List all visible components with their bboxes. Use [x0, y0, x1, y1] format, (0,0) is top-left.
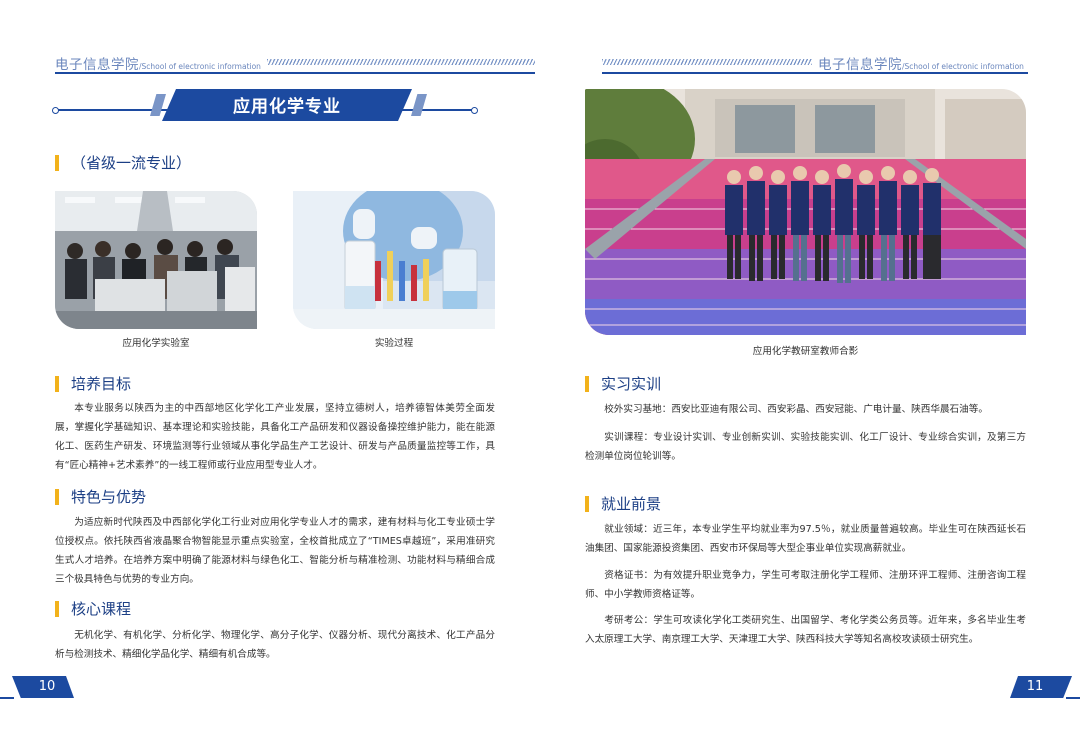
header-rule-left — [55, 72, 535, 74]
banner-stripe-right — [411, 94, 427, 116]
lab-photo-image — [55, 191, 257, 329]
subtitle-first-class: （省级一流专业） — [55, 153, 191, 173]
process-photo-image — [293, 191, 495, 329]
header-cn-right: 电子信息学院 — [818, 57, 902, 73]
group-photo — [585, 89, 1026, 335]
header-en-left: /School of electronic information — [139, 62, 261, 71]
header-rule-right — [602, 72, 1028, 74]
header-title-left: 电子信息学院/School of electronic information — [55, 53, 261, 73]
lab-photo-caption: 应用化学实验室 — [122, 338, 190, 349]
page-number-right-block: 11 — [1010, 676, 1080, 699]
header-cn-left: 电子信息学院 — [55, 57, 139, 73]
section-title-features: 特色与优势 — [55, 487, 146, 507]
group-photo-caption: 应用化学教研室教师合影 — [752, 346, 859, 357]
section-title-goal: 培养目标 — [55, 374, 131, 394]
lab-photo — [55, 191, 257, 329]
header-hatch-right — [602, 59, 812, 65]
page-number-left-wedge — [12, 676, 34, 698]
practice-courses-text: 实训课程：专业设计实训、专业创新实训、实验技能实训、化工厂设计、专业综合实训，及… — [585, 432, 1026, 462]
page-number-left-rule — [0, 697, 14, 699]
page-header-left: 电子信息学院/School of electronic information — [55, 52, 535, 74]
page-header-right: 电子信息学院/School of electronic information — [602, 52, 1028, 74]
page-number-left-tail — [64, 676, 74, 698]
section-text-features: 为适应新时代陕西及中西部化学化工行业对应用化学专业人才的需求，建有材料与化工专业… — [55, 517, 495, 585]
header-en-right: /School of electronic information — [902, 62, 1024, 71]
employment-postgraduate-text: 考研考公：学生可攻读化学化工类研究生、出国留学、考化学类公务员等。近年来，多名毕… — [585, 615, 1026, 645]
process-photo — [293, 191, 495, 329]
section-text-goal: 本专业服务以陕西为主的中西部地区化学化工产业发展，坚持立德树人，培养德智体美劳全… — [55, 403, 495, 471]
page-number-right: 11 — [1018, 676, 1052, 698]
page-number-right-rule — [1066, 697, 1080, 699]
practice-base-text: 校外实习基地：西安比亚迪有限公司、西安彩晶、西安冠能、广电计量、陕西华晨石油等。 — [604, 404, 988, 415]
employment-certificate-text: 资格证书：为有效提升职业竞争力，学生可考取注册化学工程师、注册环评工程师、注册咨… — [585, 570, 1026, 600]
page-number-left-block: 10 — [0, 676, 74, 699]
group-photo-image — [585, 89, 1026, 335]
page-number-left: 10 — [30, 676, 64, 698]
section-title-practice: 实习实训 — [585, 374, 661, 394]
banner-dot-left — [52, 106, 59, 114]
process-photo-caption: 实验过程 — [374, 338, 414, 349]
section-title-courses: 核心课程 — [55, 599, 131, 619]
header-hatch-left — [267, 59, 535, 65]
header-title-right: 电子信息学院/School of electronic information — [818, 53, 1024, 73]
section-text-courses: 无机化学、有机化学、分析化学、物理化学、高分子化学、仪器分析、现代分离技术、化工… — [55, 630, 495, 660]
section-title-employment: 就业前景 — [585, 494, 661, 514]
major-title-banner: 应用化学专业 — [52, 89, 478, 121]
employment-field-text: 就业领域：近三年，本专业学生平均就业率为97.5％，就业质量普遍较高。毕业生可在… — [585, 524, 1026, 554]
banner-dot-right — [471, 106, 478, 114]
page-number-right-wedge — [1050, 676, 1072, 698]
major-title: 应用化学专业 — [233, 97, 341, 117]
